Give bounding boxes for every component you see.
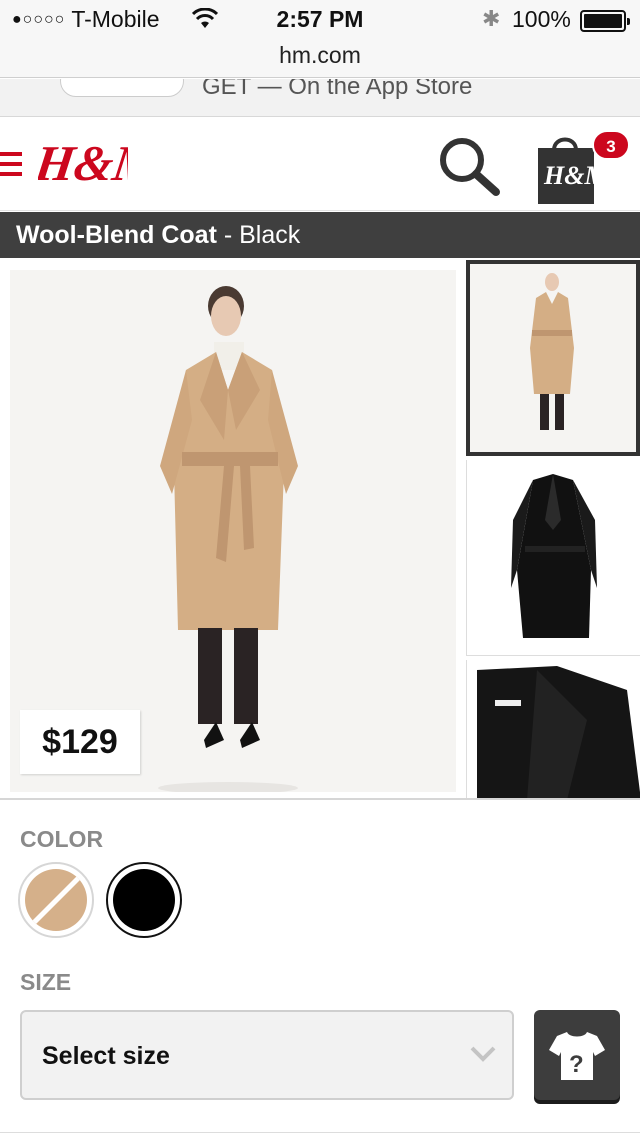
title-separator: - — [216, 221, 240, 249]
size-select-value: Select size — [42, 1042, 170, 1070]
main-product-image[interactable]: $129 — [10, 270, 456, 792]
size-select[interactable]: Select size — [20, 1010, 514, 1100]
menu-icon[interactable] — [0, 152, 22, 176]
site-header: H&M H&M 3 — [0, 118, 640, 211]
size-label: SIZE — [20, 969, 72, 995]
thumbnail-image — [467, 460, 640, 655]
color-label: COLOR — [20, 826, 104, 852]
color-swatch-beige[interactable] — [18, 862, 94, 938]
product-title-bar: Wool-Blend Coat - Black — [0, 212, 640, 258]
color-swatch-black[interactable] — [106, 862, 182, 938]
divider — [0, 798, 640, 800]
svg-text:?: ? — [569, 1051, 584, 1078]
thumbnail-image — [467, 660, 640, 800]
status-bar: ●○○○○ T-Mobile 2:57 PM ✱ 100% — [0, 0, 640, 40]
chevron-down-icon — [470, 1046, 496, 1062]
bluetooth-icon: ✱ — [482, 6, 501, 31]
app-store-banner[interactable]: GET — On the App Store — [0, 79, 640, 117]
shopping-bag-icon: H&M — [538, 137, 598, 204]
bottom-divider — [0, 1132, 640, 1133]
thumbnail-list — [466, 260, 640, 800]
search-icon[interactable] — [436, 134, 502, 198]
battery-icon — [580, 10, 630, 32]
thumbnail-model-beige[interactable] — [466, 260, 640, 456]
size-guide-button[interactable]: ? — [534, 1010, 620, 1100]
product-name: Wool-Blend Coat — [16, 221, 217, 249]
thumbnail-coat-black[interactable] — [466, 460, 640, 656]
price-tag: $129 — [20, 710, 140, 774]
battery-percent: 100% — [512, 6, 571, 32]
url-text[interactable]: hm.com — [279, 42, 361, 68]
hm-logo[interactable]: H&M — [38, 132, 128, 194]
product-color-name: Black — [239, 221, 301, 249]
size-guide-icon: ? — [549, 1032, 605, 1080]
banner-text: GET — On the App Store — [202, 79, 473, 100]
thumbnail-image — [470, 264, 636, 452]
address-bar[interactable]: hm.com — [0, 40, 640, 78]
product-gallery: $129 — [0, 260, 640, 800]
logo-text: H&M — [38, 135, 128, 191]
bag-logo-text: H&M — [543, 161, 598, 190]
banner-get-button[interactable] — [60, 79, 184, 97]
swatch-unavailable-icon — [25, 869, 87, 931]
thumbnail-coat-black-detail[interactable] — [466, 660, 640, 800]
shopping-bag-button[interactable]: H&M 3 — [534, 128, 630, 208]
bag-count-badge: 3 — [592, 130, 630, 160]
